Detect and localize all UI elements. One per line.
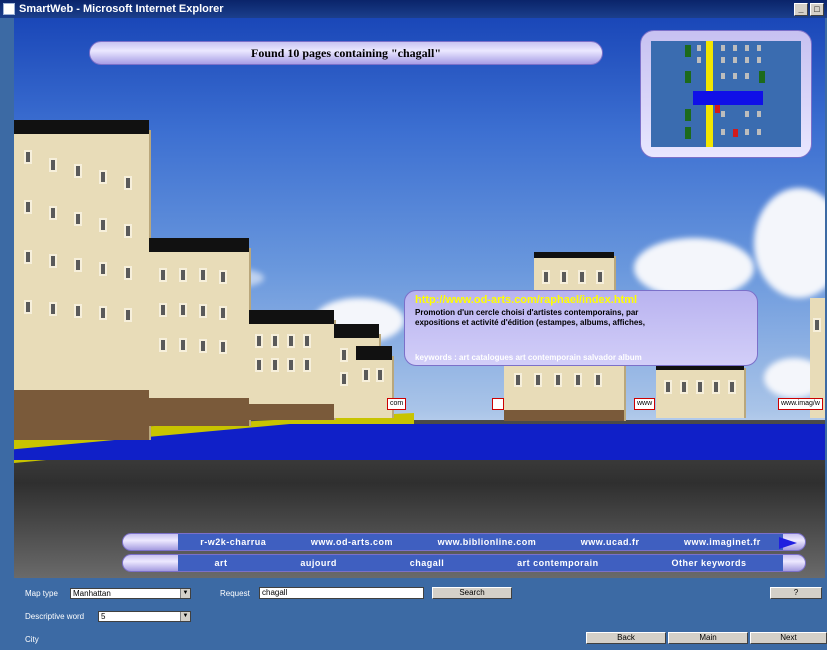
building[interactable] [656, 364, 746, 418]
page-info-panel[interactable]: http://www.od-arts.com/raphael/index.htm… [404, 290, 758, 366]
minimap-position-marker [715, 105, 720, 113]
results-banner: Found 10 pages containing "chagall" [89, 41, 603, 65]
site-link[interactable]: www.biblionline.com [438, 537, 537, 547]
left-frame [0, 18, 14, 578]
chevron-down-icon[interactable]: ▼ [180, 612, 190, 621]
map-type-select[interactable]: Manhattan ▼ [70, 588, 191, 599]
minimap[interactable] [640, 30, 812, 158]
scroll-right-arrow-icon[interactable] [779, 537, 797, 549]
ie-icon [3, 3, 15, 15]
page-keywords: keywords : art catalogues art contempora… [415, 353, 642, 362]
minimize-button[interactable]: _ [794, 2, 808, 16]
building-sign[interactable]: www.imag/w [778, 398, 823, 410]
descriptive-word-label: Descriptive word [25, 612, 85, 621]
site-link[interactable]: www.od-arts.com [311, 537, 393, 547]
minimap-street [693, 91, 763, 105]
city-label: City [25, 635, 39, 644]
descriptive-word-value: 5 [101, 612, 106, 621]
page-url[interactable]: http://www.od-arts.com/raphael/index.htm… [415, 294, 747, 306]
search-button[interactable]: Search [432, 587, 512, 599]
title-bar: SmartWeb - Microsoft Internet Explorer _… [0, 0, 827, 18]
building[interactable] [249, 310, 336, 420]
main-button[interactable]: Main [668, 632, 748, 644]
map-type-value: Manhattan [73, 589, 111, 598]
next-button[interactable]: Next [750, 632, 827, 644]
keyword-link[interactable]: Other keywords [671, 558, 746, 568]
request-input[interactable]: chagall [259, 587, 424, 599]
restore-button[interactable]: □ [810, 2, 824, 16]
map-type-label: Map type [25, 589, 58, 598]
window-title: SmartWeb - Microsoft Internet Explorer [19, 3, 224, 15]
keyword-link[interactable]: aujourd [300, 558, 337, 568]
keyword-link[interactable]: art [214, 558, 227, 568]
building-sign[interactable] [492, 398, 504, 410]
keywords-bar: art aujourd chagall art contemporain Oth… [122, 554, 806, 572]
descriptive-word-select[interactable]: 5 ▼ [98, 611, 191, 622]
back-button[interactable]: Back [586, 632, 666, 644]
site-link[interactable]: www.imaginet.fr [684, 537, 761, 547]
site-link[interactable]: r-w2k-charrua [200, 537, 266, 547]
chevron-down-icon[interactable]: ▼ [180, 589, 190, 598]
help-button[interactable]: ? [770, 587, 822, 599]
city-3d-view[interactable]: com www www.imag/w Found 10 pages contai… [14, 18, 825, 578]
request-label: Request [220, 589, 250, 598]
keyword-link[interactable]: chagall [410, 558, 445, 568]
control-panel: Map type Manhattan ▼ Request chagall Sea… [0, 578, 827, 650]
site-link[interactable]: www.ucad.fr [581, 537, 640, 547]
building-sign[interactable]: www [634, 398, 656, 410]
building-sign[interactable]: com [387, 398, 407, 410]
sites-bar: r-w2k-charrua www.od-arts.com www.biblio… [122, 533, 806, 551]
keyword-link[interactable]: art contemporain [517, 558, 599, 568]
building[interactable] [14, 120, 151, 440]
page-description: Promotion d'un cercle choisi d'artistes … [415, 308, 645, 327]
building[interactable] [149, 238, 251, 426]
